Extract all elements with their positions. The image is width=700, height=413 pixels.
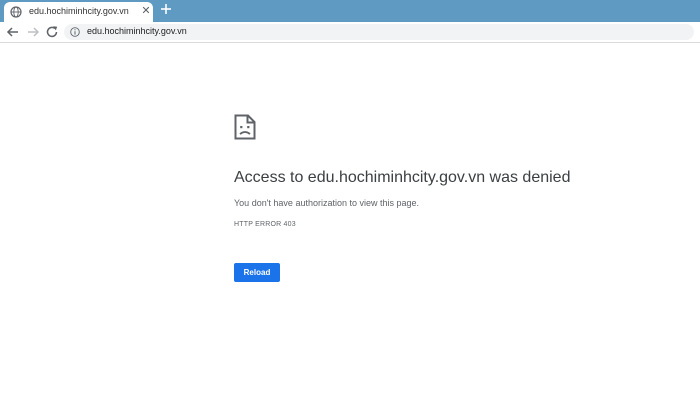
new-tab-glyph xyxy=(161,4,171,14)
tab-strip: edu.hochiminhcity.gov.vn ✕ xyxy=(0,0,700,22)
globe-icon xyxy=(10,6,22,18)
error-title: Access to edu.hochiminhcity.gov.vn was d… xyxy=(234,169,571,186)
info-icon[interactable] xyxy=(70,27,80,37)
address-bar[interactable]: edu.hochiminhcity.gov.vn xyxy=(64,24,694,40)
sad-document-icon xyxy=(234,114,256,140)
error-description: You don't have authorization to view thi… xyxy=(234,198,420,208)
url-text[interactable]: edu.hochiminhcity.gov.vn xyxy=(87,26,187,36)
error-code: HTTP ERROR 403 xyxy=(234,221,296,228)
reload-button[interactable]: Reload xyxy=(234,263,280,282)
reload-icon[interactable] xyxy=(45,25,59,39)
browser-toolbar: edu.hochiminhcity.gov.vn xyxy=(0,22,700,43)
browser-tab[interactable]: edu.hochiminhcity.gov.vn ✕ xyxy=(4,2,153,22)
plus-icon[interactable] xyxy=(158,3,174,19)
tab-title: edu.hochiminhcity.gov.vn xyxy=(29,6,129,16)
close-icon[interactable]: ✕ xyxy=(140,5,152,17)
forward-arrow-icon[interactable] xyxy=(26,25,40,39)
back-arrow-icon[interactable] xyxy=(6,25,20,39)
